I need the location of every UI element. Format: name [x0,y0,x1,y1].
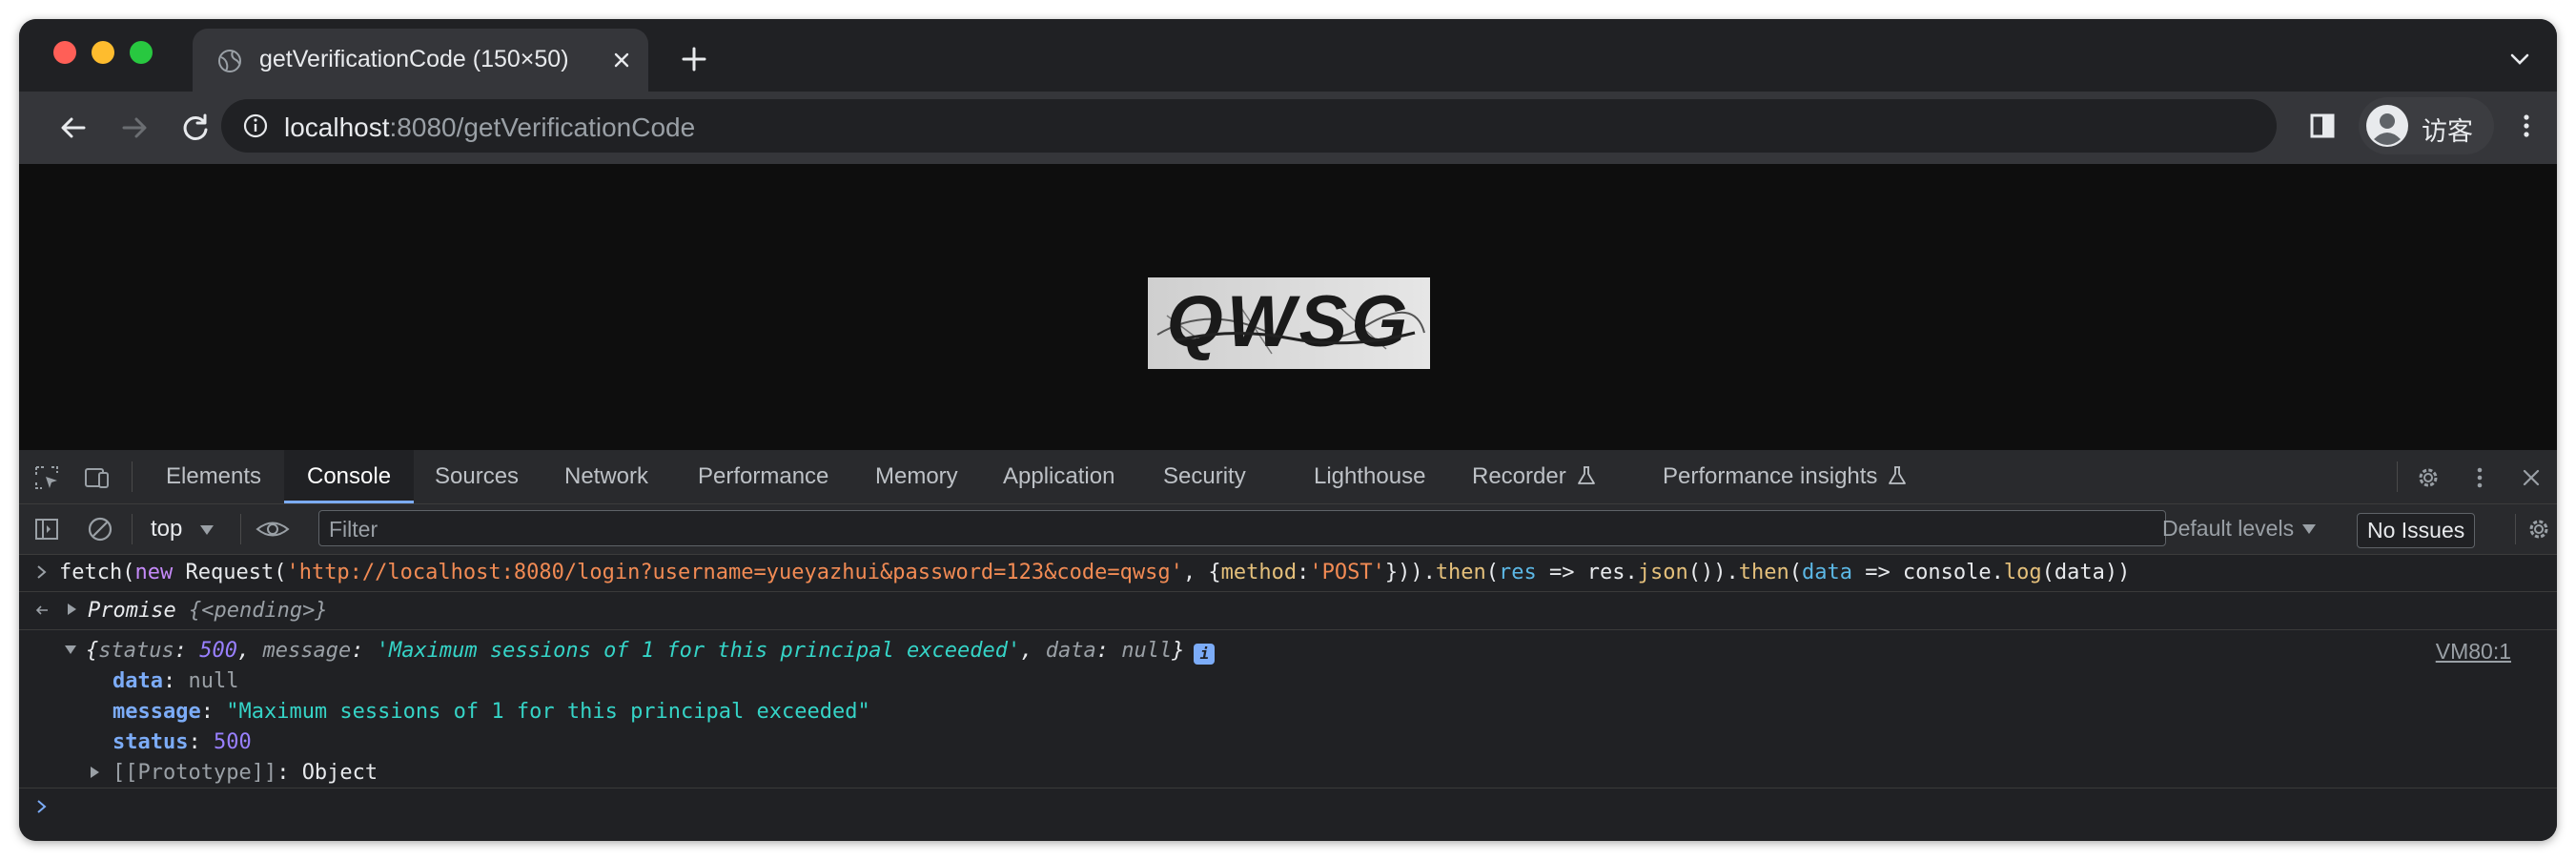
expand-triangle-icon[interactable] [65,602,78,617]
url-text: localhost:8080/getVerificationCode [284,113,695,143]
browser-toolbar: localhost:8080/getVerificationCode 访客 [19,92,2557,164]
tab-strip: getVerificationCode (150×50) [19,19,2557,92]
toolbar-divider [132,461,133,492]
toolbar-divider [132,514,133,544]
caret-down-icon [200,525,214,535]
issues-button[interactable]: No Issues [2357,513,2476,548]
forward-arrow-icon[interactable] [116,110,153,146]
profile-button[interactable]: 访客 [2359,97,2494,154]
tab-lighthouse[interactable]: Lighthouse [1314,450,1425,503]
tab-elements[interactable]: Elements [166,450,261,503]
toolbar-divider [2515,514,2516,544]
promise-value[interactable]: Promise {<pending>} [88,599,328,623]
profile-name: 访客 [2422,117,2473,147]
close-tab-icon[interactable] [608,47,635,73]
tab-elements-label: Elements [166,463,262,489]
site-info-icon[interactable] [242,113,269,139]
tab-network[interactable]: Network [564,450,648,503]
tab-application-label: Application [1003,463,1115,489]
more-vert-icon[interactable] [2465,463,2494,492]
tab-network-label: Network [564,463,649,489]
prop-status: status: 500 [112,730,252,754]
filter-input[interactable]: Filter [318,510,2166,546]
browser-tab[interactable]: getVerificationCode (150×50) [193,29,648,92]
tab-performance-insights[interactable]: Performance insights [1663,450,1908,503]
tab-memory[interactable]: Memory [875,450,958,503]
tab-performance-insights-label: Performance insights [1663,463,1878,489]
console-log-entry: {status: 500, message: 'Maximum sessions… [19,629,2557,788]
prompt-chevron-icon [37,800,47,813]
minimize-window-button[interactable] [92,41,114,64]
console-prompt-line[interactable] [19,788,2557,826]
devtools-tab-bar: Elements Console Sources Network Perform… [19,450,2557,504]
tab-security[interactable]: Security [1163,450,1246,503]
prop-data: data: null [112,669,239,693]
new-tab-icon[interactable] [679,44,709,74]
chevron-down-icon[interactable] [2505,45,2534,73]
tab-security-label: Security [1163,463,1246,489]
url-path: :8080/getVerificationCode [389,113,696,142]
caret-down-icon [2302,524,2316,534]
tab-sources[interactable]: Sources [435,450,519,503]
flask-icon [1577,466,1595,484]
browser-window: getVerificationCode (150×50) localhost:8… [19,19,2557,841]
source-link[interactable]: VM80:1 [2436,639,2511,665]
globe-icon [218,50,241,72]
captcha-image: QWSG [1148,277,1430,369]
captcha-text: QWSG [1167,281,1412,362]
device-toolbar-icon[interactable] [82,463,111,492]
console-input-line: fetch(new Request('http://localhost:8080… [19,555,2557,592]
log-summary[interactable]: {status: 500, message: 'Maximum sessions… [86,639,1216,665]
avatar-icon [2366,105,2408,147]
settings-gear-icon[interactable] [2414,463,2443,492]
inspect-element-icon[interactable] [32,463,61,492]
tab-application[interactable]: Application [1003,450,1114,503]
console-settings-gear-icon[interactable] [2525,515,2553,543]
tab-recorder[interactable]: Recorder [1472,450,1597,503]
close-window-button[interactable] [53,41,76,64]
prop-prototype[interactable]: [[Prototype]]: Object [112,761,378,785]
page-viewport: QWSG [19,164,2557,450]
return-arrow-icon [35,605,48,615]
expand-triangle-icon[interactable] [88,765,101,780]
close-devtools-icon[interactable] [2517,463,2545,492]
prompt-chevron-icon [37,565,47,579]
side-panel-icon[interactable] [2305,109,2340,143]
maximize-window-button[interactable] [130,41,153,64]
filter-placeholder: Filter [329,517,378,542]
log-levels-dropdown[interactable]: Default levels [2162,516,2294,542]
console-toolbar: top Filter Default levels No Issues [19,504,2557,555]
clear-console-icon[interactable] [86,515,114,543]
devtools-panel: Elements Console Sources Network Perform… [19,450,2557,841]
info-badge-icon[interactable]: i [1194,644,1216,665]
console-output: fetch(new Request('http://localhost:8080… [19,555,2557,841]
console-return-line: Promise {<pending>} [19,591,2557,630]
tab-recorder-label: Recorder [1472,463,1566,489]
context-selector[interactable]: top [151,516,182,543]
console-command: fetch(new Request('http://localhost:8080… [59,561,2131,584]
tab-sources-label: Sources [435,463,520,489]
tab-performance-label: Performance [698,463,829,489]
url-host: localhost [284,113,390,142]
eye-icon[interactable] [254,515,292,543]
reload-icon[interactable] [177,110,214,146]
tab-console-label: Console [307,463,392,489]
tab-console[interactable]: Console [284,450,415,503]
sidebar-toggle-icon[interactable] [32,515,61,543]
toolbar-divider [240,514,241,544]
more-vert-icon[interactable] [2509,109,2544,143]
collapse-triangle-icon[interactable] [63,643,78,656]
toolbar-divider [2397,461,2398,492]
tab-performance[interactable]: Performance [698,450,828,503]
flask-icon [1889,466,1907,484]
prop-message: message: "Maximum sessions of 1 for this… [112,700,870,724]
address-bar[interactable]: localhost:8080/getVerificationCode [221,99,2277,153]
tab-lighthouse-label: Lighthouse [1314,463,1426,489]
tab-memory-label: Memory [875,463,958,489]
back-arrow-icon[interactable] [55,110,92,146]
tab-title: getVerificationCode (150×50) [259,46,569,72]
